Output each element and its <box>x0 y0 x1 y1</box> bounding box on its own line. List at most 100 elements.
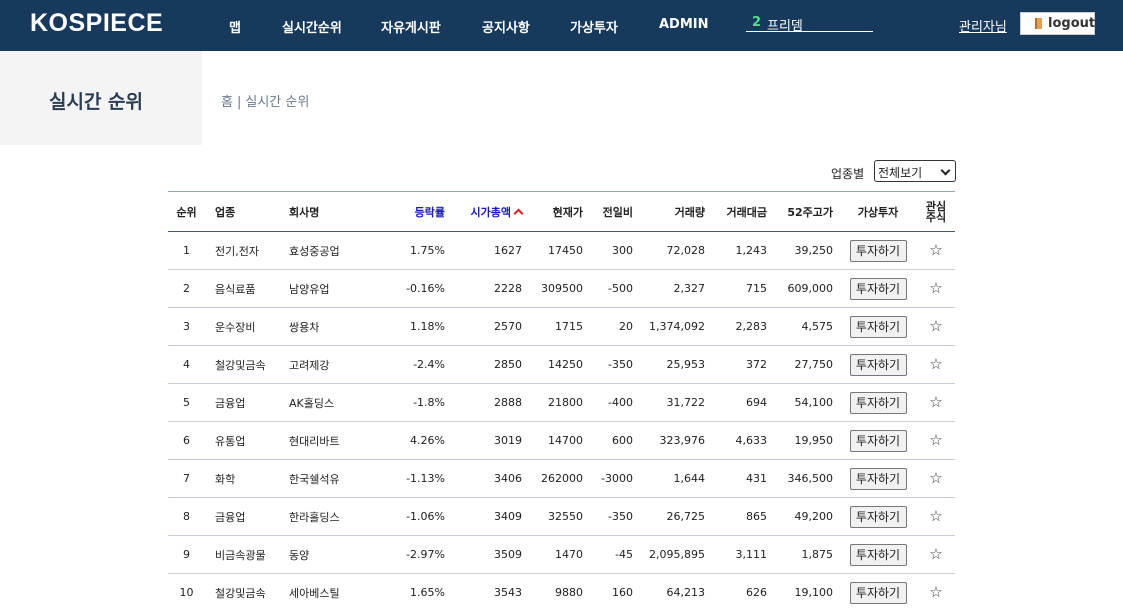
table-row: 3 운수장비 쌍용차 1.18% 2570 1715 20 1,374,092 2,283 4,5… <box>168 308 955 346</box>
cell-current-price: 21800 <box>548 396 583 409</box>
cell-volume: 25,953 <box>666 358 706 371</box>
invest-button[interactable]: 투자하기 <box>849 391 907 414</box>
header-volume: 거래량 <box>674 205 705 219</box>
admin-user-link[interactable]: 관리자님 <box>959 16 1007 35</box>
cell-company[interactable]: 남양유업 <box>289 270 389 307</box>
header-rank: 순위 <box>176 205 197 219</box>
search-text: 프리뎀 <box>767 19 803 34</box>
nav-item-realtime-ranking[interactable]: 실시간순위 <box>282 17 342 36</box>
cell-market-cap: 3543 <box>494 586 522 599</box>
table-row: 6 유통업 현대리바트 4.26% 3019 14700 600 323,976 4,633 19… <box>168 422 955 460</box>
table-row: 8 금융업 한라홀딩스 -1.06% 3409 32550 -350 26,725 865 49,… <box>168 498 955 536</box>
cell-change-rate: -1.13% <box>406 472 445 485</box>
table-row: 7 화학 한국쉘석유 -1.13% 3406 262000 -3000 1,644 431 346… <box>168 460 955 498</box>
sector-filter-select[interactable]: 전체보기 <box>874 160 956 182</box>
cell-volume: 2,327 <box>673 282 706 295</box>
cell-company[interactable]: 한국쉘석유 <box>289 460 389 497</box>
header-change-rate[interactable]: 등락률 <box>388 192 445 231</box>
cell-day-change: 160 <box>612 586 633 599</box>
breadcrumb-home[interactable]: 홈 <box>221 95 233 110</box>
star-outline-icon[interactable]: ☆ <box>929 357 942 372</box>
header-market-cap[interactable]: 시가총액 <box>453 192 524 231</box>
cell-current-price: 9880 <box>555 586 583 599</box>
cell-52week-high: 346,500 <box>787 472 834 485</box>
cell-virtual-invest: 투자하기 <box>846 498 910 535</box>
cell-favorite: ☆ <box>916 536 956 573</box>
star-outline-icon[interactable]: ☆ <box>929 433 942 448</box>
nav-item-notice[interactable]: 공지사항 <box>482 17 530 36</box>
nav-item-map[interactable]: 맵 <box>229 17 241 36</box>
star-outline-icon[interactable]: ☆ <box>929 547 942 562</box>
cell-company[interactable]: 현대리바트 <box>289 422 389 459</box>
cell-change-rate: -0.16% <box>406 282 445 295</box>
header-virtual-invest: 가상투자 <box>857 205 899 219</box>
cell-52week-high: 49,200 <box>794 510 834 523</box>
cell-rank: 1 <box>183 244 190 257</box>
cell-market-cap: 3409 <box>494 510 522 523</box>
invest-button[interactable]: 투자하기 <box>849 543 907 566</box>
cell-day-change: 20 <box>619 320 633 333</box>
table-row: 5 금융업 AK홀딩스 -1.8% 2888 21800 -400 31,722 694 54,1… <box>168 384 955 422</box>
star-outline-icon[interactable]: ☆ <box>929 395 942 410</box>
star-outline-icon[interactable]: ☆ <box>929 281 942 296</box>
cell-favorite: ☆ <box>916 498 956 535</box>
cell-favorite: ☆ <box>916 308 956 345</box>
cell-company[interactable]: AK홀딩스 <box>289 384 389 421</box>
cell-company[interactable]: 쌍용차 <box>289 308 389 345</box>
cell-virtual-invest: 투자하기 <box>846 346 910 383</box>
cell-volume: 31,722 <box>666 396 706 409</box>
cell-virtual-invest: 투자하기 <box>846 422 910 459</box>
cell-trade-amount: 1,243 <box>735 244 768 257</box>
cell-52week-high: 4,575 <box>801 320 834 333</box>
header-day-change: 전일비 <box>602 205 633 219</box>
cell-virtual-invest: 투자하기 <box>846 308 910 345</box>
star-outline-icon[interactable]: ☆ <box>929 585 942 600</box>
cell-sector: 전기,전자 <box>215 244 259 258</box>
table-row: 9 비금속광물 동양 -2.97% 3509 1470 -45 2,095,895 3,111 1… <box>168 536 955 574</box>
invest-button[interactable]: 투자하기 <box>849 467 907 490</box>
table-row: 2 음식료품 남양유업 -0.16% 2228 309500 -500 2,327 715 609… <box>168 270 955 308</box>
invest-button[interactable]: 투자하기 <box>849 505 907 528</box>
cell-volume: 323,976 <box>659 434 706 447</box>
cell-market-cap: 2570 <box>494 320 522 333</box>
nav-item-admin[interactable]: ADMIN <box>659 17 709 32</box>
cell-trade-amount: 2,283 <box>735 320 768 333</box>
cell-change-rate: 1.65% <box>410 586 445 599</box>
invest-button[interactable]: 투자하기 <box>849 353 907 376</box>
site-logo[interactable]: KOSPIECE <box>30 9 163 38</box>
cell-company[interactable]: 한라홀딩스 <box>289 498 389 535</box>
invest-button[interactable]: 투자하기 <box>849 239 907 262</box>
star-outline-icon[interactable]: ☆ <box>929 319 942 334</box>
table-header: 순위 업종 회사명 등락률 시가총액 현재가 전일비 거래량 거래대금 52주고… <box>168 192 955 232</box>
cell-trade-amount: 4,633 <box>735 434 768 447</box>
nav-item-free-board[interactable]: 자유게시판 <box>381 17 441 36</box>
cell-sector: 유통업 <box>215 434 246 448</box>
cell-trade-amount: 865 <box>746 510 767 523</box>
invest-button[interactable]: 투자하기 <box>849 581 907 604</box>
nav-item-virtual-investment[interactable]: 가상투자 <box>570 17 618 36</box>
header-market-cap-label: 시가총액 <box>470 205 511 219</box>
star-outline-icon[interactable]: ☆ <box>929 243 942 258</box>
header-trade-amount: 거래대금 <box>726 205 767 219</box>
ranking-table: 순위 업종 회사명 등락률 시가총액 현재가 전일비 거래량 거래대금 52주고… <box>168 191 955 610</box>
star-outline-icon[interactable]: ☆ <box>929 471 942 486</box>
stock-search-input[interactable]: 2 프리뎀 <box>746 15 873 34</box>
cell-market-cap: 2888 <box>494 396 522 409</box>
cell-company[interactable]: 효성중공업 <box>289 232 389 269</box>
cell-sector: 비금속광물 <box>215 548 266 562</box>
invest-button[interactable]: 투자하기 <box>849 429 907 452</box>
star-outline-icon[interactable]: ☆ <box>929 509 942 524</box>
invest-button[interactable]: 투자하기 <box>849 315 907 338</box>
cell-company[interactable]: 동양 <box>289 536 389 573</box>
cell-rank: 5 <box>183 396 190 409</box>
invest-button[interactable]: 투자하기 <box>849 277 907 300</box>
header-sector: 업종 <box>215 205 236 219</box>
cell-company[interactable]: 고려제강 <box>289 346 389 383</box>
cell-company[interactable]: 세아베스틸 <box>289 574 389 610</box>
cell-virtual-invest: 투자하기 <box>846 270 910 307</box>
cell-favorite: ☆ <box>916 460 956 497</box>
cell-sector: 금융업 <box>215 510 246 524</box>
cell-trade-amount: 626 <box>746 586 767 599</box>
logout-label: logout <box>1048 16 1096 31</box>
logout-button[interactable]: logout <box>1020 12 1095 35</box>
